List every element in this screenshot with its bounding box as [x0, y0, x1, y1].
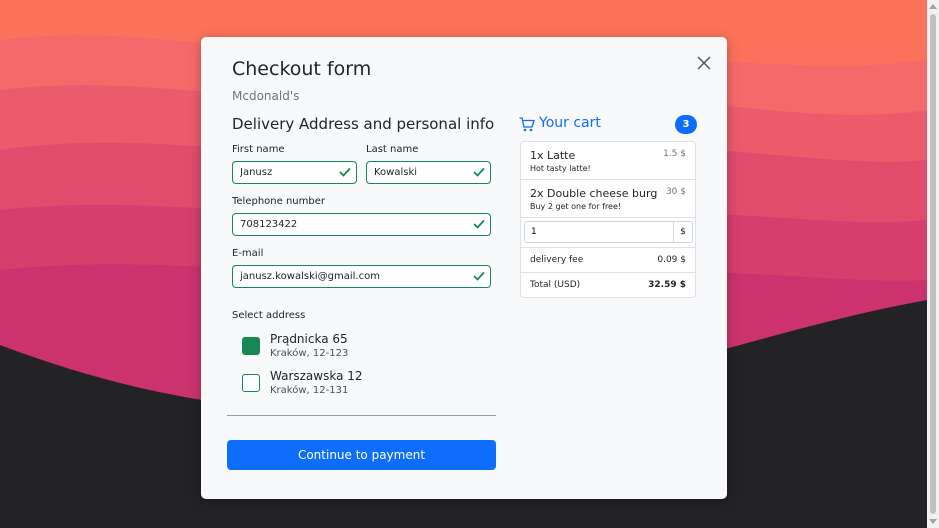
last-name-label: Last name	[366, 144, 419, 155]
first-name-label: First name	[232, 144, 285, 155]
cart-icon	[519, 117, 535, 132]
form-divider	[227, 415, 496, 416]
cart-count-badge: 3	[675, 115, 697, 134]
total-label: Total (USD)	[530, 280, 581, 290]
address-city: Kraków, 12-123	[270, 348, 349, 359]
delivery-fee-row: delivery fee 0.09 $	[521, 248, 695, 273]
item-name: 1x Latte	[530, 149, 576, 162]
delivery-fee-value: 0.09 $	[657, 255, 686, 265]
item-name: 2x Double cheese burger	[530, 187, 658, 200]
scroll-up-arrow-icon[interactable]	[929, 4, 937, 9]
item-price: 1.5 $	[663, 149, 686, 159]
valid-check-icon	[339, 167, 351, 177]
address-city: Kraków, 12-131	[270, 385, 349, 396]
scroll-down-arrow-icon[interactable]	[929, 519, 937, 524]
cart-item: 1x Latte Hot tasty latte! 1.5 $	[521, 142, 695, 180]
cart-header: Your cart 3	[519, 115, 697, 135]
cart-item: 2x Double cheese burger Buy 2 get one fo…	[521, 180, 695, 218]
valid-check-icon	[473, 167, 485, 177]
currency-addon: $	[673, 221, 693, 243]
tip-input-group: $	[521, 218, 695, 248]
total-value: 32.59 $	[648, 280, 686, 290]
cart-list: 1x Latte Hot tasty latte! 1.5 $ 2x Doubl…	[520, 141, 696, 298]
item-description: Hot tasty latte!	[530, 164, 591, 173]
valid-check-icon	[473, 271, 485, 281]
tip-amount-input[interactable]	[524, 221, 674, 243]
address-checkbox-pradnicka[interactable]	[242, 337, 260, 355]
checkout-modal: Checkout form Mcdonald's Delivery Addres…	[201, 37, 727, 499]
scrollbar-thumb[interactable]	[930, 14, 936, 514]
address-name: Warszawska 12	[270, 369, 363, 383]
continue-to-payment-button[interactable]: Continue to payment	[227, 440, 496, 470]
delivery-fee-label: delivery fee	[530, 255, 584, 265]
close-icon[interactable]	[695, 54, 713, 72]
section-title: Delivery Address and personal info	[232, 115, 495, 133]
item-price: 30 $	[665, 187, 686, 197]
phone-label: Telephone number	[232, 196, 325, 207]
address-checkbox-warszawska[interactable]	[242, 374, 260, 392]
modal-title: Checkout form	[232, 58, 372, 80]
item-description: Buy 2 get one for free!	[530, 202, 622, 211]
total-row: Total (USD) 32.59 $	[521, 273, 695, 297]
email-input[interactable]	[232, 265, 491, 288]
email-label: E-mail	[232, 248, 264, 259]
phone-input[interactable]	[232, 213, 491, 236]
restaurant-name: Mcdonald's	[232, 89, 300, 103]
cart-title: Your cart	[539, 115, 601, 131]
address-section-label: Select address	[232, 310, 306, 321]
page-scrollbar[interactable]	[927, 0, 939, 528]
valid-check-icon	[473, 219, 485, 229]
address-name: Prądnicka 65	[270, 332, 348, 346]
